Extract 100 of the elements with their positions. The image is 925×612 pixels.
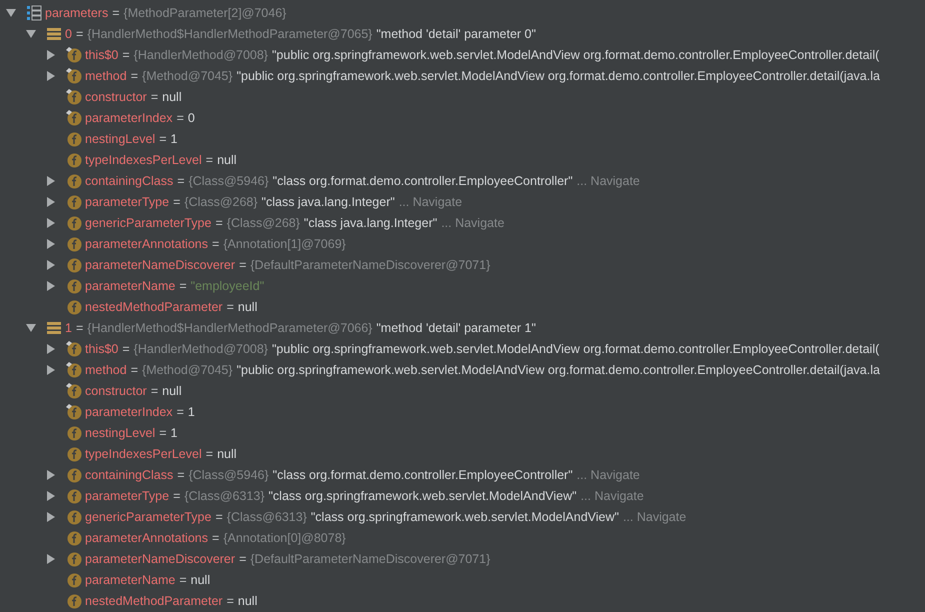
variable-value: 1 xyxy=(170,132,178,146)
variable-value: null xyxy=(217,446,237,460)
variable-value: 0 xyxy=(188,110,195,124)
expand-arrow-icon[interactable] xyxy=(46,218,56,228)
expand-arrow-icon[interactable] xyxy=(46,50,56,60)
variable-name: 1 xyxy=(65,320,72,334)
variable-name: parameterNameDiscoverer xyxy=(85,258,236,272)
expand-arrow-icon[interactable] xyxy=(46,260,56,270)
equals-sign: = xyxy=(212,236,220,250)
variable-name: parameterIndex xyxy=(85,110,173,124)
collapse-arrow-icon[interactable] xyxy=(26,322,36,332)
expand-arrow-icon[interactable] xyxy=(46,196,56,206)
variable-name: method xyxy=(85,68,127,82)
variable-value: null xyxy=(162,90,182,104)
object-reference: {HandlerMethod$HandlerMethodParameter@7066} xyxy=(87,320,372,334)
equals-sign: = xyxy=(130,68,138,82)
collapse-arrow-icon[interactable] xyxy=(26,28,36,38)
variable-name: parameterType xyxy=(85,488,170,502)
navigate-link[interactable]: ... Navigate xyxy=(398,194,462,208)
navigate-link[interactable]: ... Navigate xyxy=(576,174,640,188)
navigate-link[interactable]: ... Navigate xyxy=(441,216,504,230)
object-reference: {Class@268} xyxy=(184,194,258,208)
equals-sign: = xyxy=(215,510,223,524)
navigate-link[interactable]: ... Navigate xyxy=(576,468,640,482)
equals-sign: = xyxy=(76,26,84,40)
variable-value: "public org.springframework.web.servlet.ModelAndView org.format.demo.controller.EmployeeController.detail( xyxy=(272,342,880,356)
variable-value: "class java.lang.Integer" xyxy=(304,216,438,230)
equals-sign: = xyxy=(150,384,158,398)
variable-name: this$0 xyxy=(85,342,118,356)
variable-name: parameterIndex xyxy=(85,404,173,418)
expand-arrow-icon[interactable] xyxy=(46,280,56,290)
expand-arrow-icon[interactable] xyxy=(46,176,56,186)
equals-sign: = xyxy=(179,572,187,586)
equals-sign: = xyxy=(159,132,167,146)
variable-value: "class org.springframework.web.servlet.ModelAndView" xyxy=(268,488,577,502)
variable-name: parameterAnnotations xyxy=(85,530,208,544)
equals-sign: = xyxy=(226,300,234,314)
object-reference: {Class@268} xyxy=(226,216,300,230)
navigate-link[interactable]: ... Navigate xyxy=(622,510,686,524)
variable-value: null xyxy=(190,572,210,586)
variable-value: 1 xyxy=(170,426,178,440)
variable-name: nestingLevel xyxy=(85,132,156,146)
expand-arrow-icon[interactable] xyxy=(46,238,56,248)
variable-name: method xyxy=(85,362,127,376)
variable-name: parameterAnnotations xyxy=(85,236,208,250)
object-reference: {Annotation[1]@7069} xyxy=(223,236,346,250)
equals-sign: = xyxy=(159,426,167,440)
variable-name: 0 xyxy=(65,26,72,40)
object-reference: {Annotation[0]@8078} xyxy=(223,530,346,544)
variable-value: "class org.format.demo.controller.EmployeeController" xyxy=(272,468,573,482)
array-icon xyxy=(26,4,42,20)
variable-name: typeIndexesPerLevel xyxy=(85,152,202,166)
variable-name: nestedMethodParameter xyxy=(85,594,223,608)
expand-arrow-icon[interactable] xyxy=(46,490,56,500)
equals-sign: = xyxy=(112,6,120,20)
variable-value: "class org.format.demo.controller.EmployeeController" xyxy=(272,174,573,188)
navigate-link[interactable]: ... Navigate xyxy=(580,488,644,502)
expand-arrow-icon[interactable] xyxy=(46,512,56,522)
variable-name: constructor xyxy=(85,384,147,398)
expand-arrow-icon[interactable] xyxy=(46,364,56,374)
expand-arrow-icon[interactable] xyxy=(46,470,56,480)
equals-sign: = xyxy=(239,552,246,566)
equals-sign: = xyxy=(226,594,234,608)
equals-sign: = xyxy=(130,362,138,376)
variable-value: "employeeId" xyxy=(190,278,264,292)
variable-name: parameterName xyxy=(85,572,176,586)
object-reference: {HandlerMethod@7008} xyxy=(134,342,268,356)
variable-value: "class java.lang.Integer" xyxy=(262,194,395,208)
object-reference: {Class@5946} xyxy=(188,468,269,482)
equals-sign: = xyxy=(122,48,130,62)
equals-sign: = xyxy=(150,90,158,104)
variable-name: nestingLevel xyxy=(85,426,156,440)
equals-sign: = xyxy=(122,342,130,356)
expand-arrow-icon[interactable] xyxy=(46,554,56,564)
variable-name: parameterNameDiscoverer xyxy=(85,552,236,566)
object-reference: {Class@6313} xyxy=(184,488,264,502)
variable-name: typeIndexesPerLevel xyxy=(85,446,202,460)
variable-value: null xyxy=(238,594,258,608)
object-reference: {DefaultParameterNameDiscoverer@7071} xyxy=(250,258,490,272)
object-reference: {MethodParameter[2]@7046} xyxy=(124,6,286,20)
variable-name: parameterName xyxy=(85,278,176,292)
object-reference: {Class@6313} xyxy=(226,510,307,524)
variable-value: "method 'detail' parameter 1" xyxy=(376,320,536,334)
expand-arrow-icon[interactable] xyxy=(46,70,56,80)
variable-name: this$0 xyxy=(85,48,118,62)
variable-value: null xyxy=(162,384,182,398)
variable-name: constructor xyxy=(85,90,147,104)
equals-sign: = xyxy=(179,278,187,292)
equals-sign: = xyxy=(215,216,223,230)
equals-sign: = xyxy=(206,446,214,460)
variable-value: null xyxy=(238,300,258,314)
equals-sign: = xyxy=(177,174,185,188)
variable-name: nestedMethodParameter xyxy=(85,300,223,314)
collapse-arrow-icon[interactable] xyxy=(6,8,16,18)
equals-sign: = xyxy=(177,468,185,482)
equals-sign: = xyxy=(239,258,246,272)
variable-name: containingClass xyxy=(85,174,174,188)
equals-sign: = xyxy=(176,404,184,418)
expand-arrow-icon[interactable] xyxy=(46,344,56,354)
variable-name: genericParameterType xyxy=(85,510,212,524)
